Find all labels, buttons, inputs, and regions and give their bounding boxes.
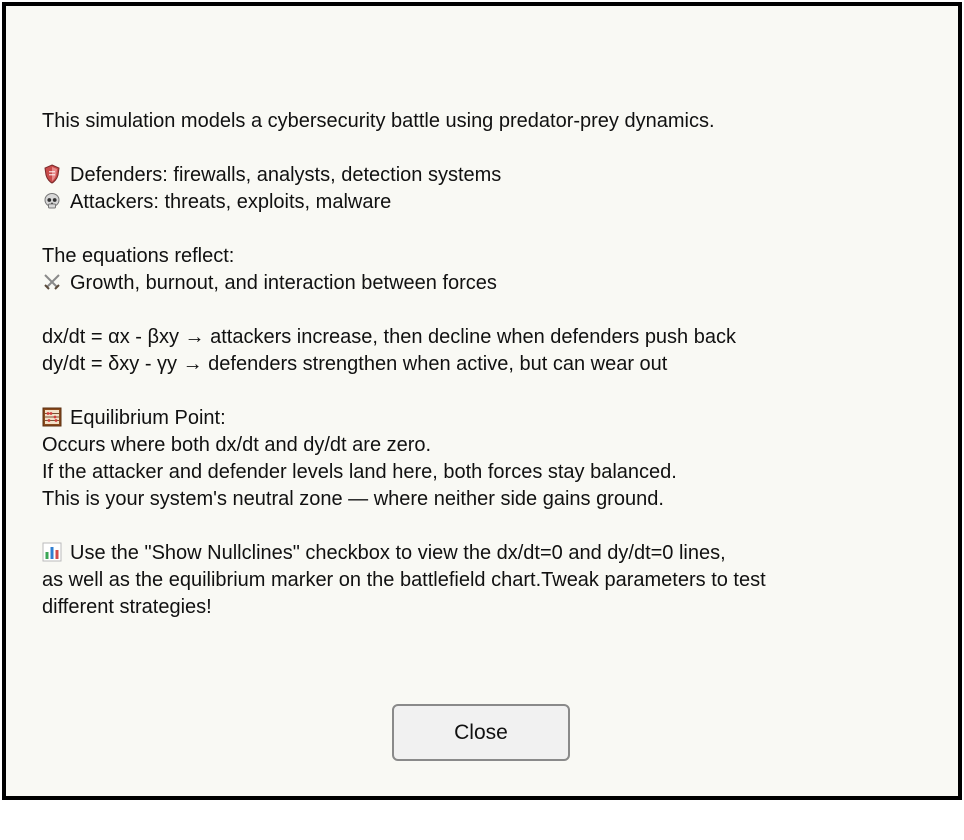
equilibrium-heading: Equilibrium Point: — [70, 407, 226, 429]
equilibrium-line-2: If the attacker and defender levels land… — [42, 461, 677, 483]
attackers-text: Attackers: threats, exploits, malware — [70, 191, 392, 213]
crossed-swords-icon — [42, 272, 64, 292]
tip-text-1: Use the "Show Nullclines" checkbox to vi… — [70, 542, 726, 564]
equation-dx: dx/dt = αx - βxy → attackers increase, t… — [42, 326, 736, 348]
defenders-line: Defenders: firewalls, analysts, detectio… — [42, 162, 922, 189]
equilibrium-line-3: This is your system's neutral zone — whe… — [42, 488, 664, 510]
tip-line-3: different strategies! — [42, 596, 212, 618]
close-button[interactable]: Close — [392, 704, 570, 761]
equilibrium-line-1: Occurs where both dx/dt and dy/dt are ze… — [42, 434, 432, 456]
bar-chart-icon — [42, 542, 64, 562]
abacus-icon — [42, 407, 64, 427]
intro-text: This simulation models a cybersecurity b… — [42, 110, 715, 132]
help-dialog: This simulation models a cybersecurity b… — [2, 2, 962, 800]
tip-line-2: as well as the equilibrium marker on the… — [42, 569, 766, 591]
skull-icon — [42, 191, 64, 211]
shield-icon — [42, 164, 64, 184]
equation-dy: dy/dt = δxy - γy → defenders strengthen … — [42, 353, 668, 375]
equations-summary-text: Growth, burnout, and interaction between… — [70, 272, 497, 294]
help-content: This simulation models a cybersecurity b… — [42, 108, 922, 621]
attackers-line: Attackers: threats, exploits, malware — [42, 189, 922, 216]
tip-line-1: Use the "Show Nullclines" checkbox to vi… — [42, 540, 922, 567]
equilibrium-heading-line: Equilibrium Point: — [42, 405, 922, 432]
equations-summary-line: Growth, burnout, and interaction between… — [42, 270, 922, 297]
defenders-text: Defenders: firewalls, analysts, detectio… — [70, 164, 502, 186]
equations-heading: The equations reflect: — [42, 245, 235, 267]
